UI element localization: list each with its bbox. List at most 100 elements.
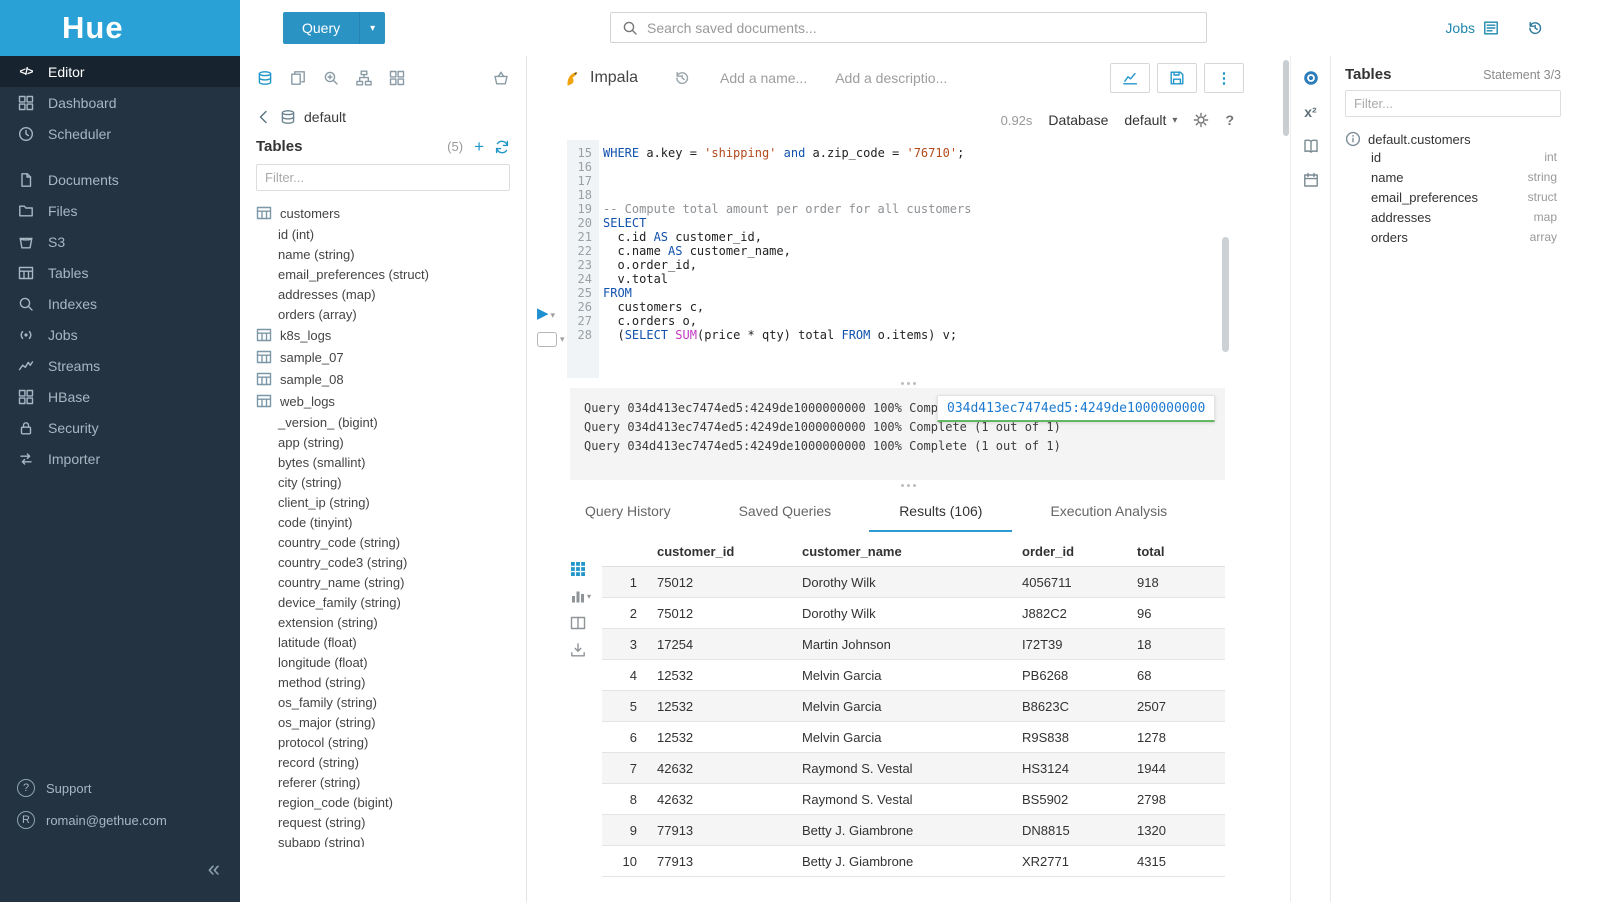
column-item[interactable]: country_name (string) xyxy=(256,572,526,592)
column-item[interactable]: subapp (string) xyxy=(256,832,526,847)
column-item[interactable]: record (string) xyxy=(256,752,526,772)
query-history-icon[interactable] xyxy=(674,70,690,86)
column-item[interactable]: os_major (string) xyxy=(256,712,526,732)
save-button[interactable] xyxy=(1157,63,1197,93)
snippet-settings-button[interactable] xyxy=(537,332,557,347)
execute-dropdown-icon[interactable]: ▾ xyxy=(551,310,556,320)
download-icon[interactable] xyxy=(570,642,586,658)
column-item[interactable]: email_preferences (struct) xyxy=(256,264,526,284)
refresh-icon[interactable] xyxy=(494,139,510,155)
editor-help-icon[interactable]: ? xyxy=(1225,112,1234,128)
functions-icon[interactable]: x² xyxy=(1304,104,1316,120)
more-options-button[interactable]: ⋮ xyxy=(1204,63,1244,93)
resize-handle[interactable] xyxy=(527,480,1290,490)
main-scrollbar[interactable] xyxy=(1283,60,1289,136)
column-item[interactable]: os_family (string) xyxy=(256,692,526,712)
query-name-input[interactable]: Add a name... xyxy=(720,70,807,86)
table-row[interactable]: 1077913Betty J. GiambroneXR27714315 xyxy=(602,846,1225,877)
sidebar-item-files[interactable]: Files xyxy=(0,195,240,226)
jobs-link[interactable]: Jobs xyxy=(1445,20,1499,36)
sidebar-item-tables[interactable]: Tables xyxy=(0,257,240,288)
sidebar-item-security[interactable]: Security xyxy=(0,412,240,443)
table-row[interactable]: 317254Martin JohnsonI72T3918 xyxy=(602,629,1225,660)
column-item-email-preferences[interactable]: email_preferencesstruct xyxy=(1345,187,1587,207)
code-editor[interactable]: 1516171819202122232425262728 ▶▾ ▾ WHERE … xyxy=(527,140,1290,378)
column-item[interactable]: client_ip (string) xyxy=(256,492,526,512)
column-item[interactable]: app (string) xyxy=(256,432,526,452)
assistant-icon[interactable] xyxy=(1303,70,1319,86)
query-description-input[interactable]: Add a descriptio... xyxy=(835,70,947,86)
table-item-sample-08[interactable]: sample_08 xyxy=(256,368,526,390)
history-icon[interactable] xyxy=(1527,20,1543,36)
settings-gear-icon[interactable] xyxy=(1193,112,1209,128)
user-menu[interactable]: R romain@gethue.com xyxy=(0,804,240,836)
column-item[interactable]: request (string) xyxy=(256,812,526,832)
right-filter-input[interactable] xyxy=(1345,90,1561,117)
table-row[interactable]: 275012Dorothy WilkJ882C296 xyxy=(602,598,1225,629)
sidebar-item-streams[interactable]: Streams xyxy=(0,350,240,381)
sidebar-item-importer[interactable]: Importer xyxy=(0,443,240,474)
chart-button[interactable] xyxy=(1110,63,1150,93)
column-item-id[interactable]: idint xyxy=(1345,147,1587,167)
table-row[interactable]: 175012Dorothy Wilk4056711918 xyxy=(602,567,1225,598)
column-item[interactable]: method (string) xyxy=(256,672,526,692)
column-item[interactable]: country_code3 (string) xyxy=(256,552,526,572)
table-row[interactable]: 742632Raymond S. VestalHS31241944 xyxy=(602,753,1225,784)
grid-icon[interactable] xyxy=(389,70,405,86)
table-row[interactable]: 842632Raymond S. VestalBS59022798 xyxy=(602,784,1225,815)
table-row[interactable]: 977913Betty J. GiambroneDN88151320 xyxy=(602,815,1225,846)
table-item-web-logs[interactable]: web_logs xyxy=(256,390,526,412)
sidebar-item-dashboard[interactable]: Dashboard xyxy=(0,87,240,118)
column-item[interactable]: bytes (smallint) xyxy=(256,452,526,472)
tree-icon[interactable] xyxy=(356,70,372,86)
column-item[interactable]: referer (string) xyxy=(256,772,526,792)
sidebar-item-scheduler[interactable]: Scheduler xyxy=(0,118,240,149)
query-button[interactable]: Query xyxy=(283,12,359,44)
resize-handle[interactable] xyxy=(527,378,1290,388)
table-filter-input[interactable] xyxy=(256,164,510,191)
table-item-customers[interactable]: customers xyxy=(256,202,526,224)
chart-view-icon[interactable]: ▾ xyxy=(570,588,591,604)
support-link[interactable]: ? Support xyxy=(0,772,240,804)
column-item[interactable]: protocol (string) xyxy=(256,732,526,752)
database-select[interactable]: default ▾ xyxy=(1124,112,1177,128)
tab-results-106[interactable]: Results (106) xyxy=(869,503,1012,532)
column-item[interactable]: code (tinyint) xyxy=(256,512,526,532)
grid-view-icon[interactable] xyxy=(570,561,586,577)
tab-saved-queries[interactable]: Saved Queries xyxy=(709,503,862,532)
column-item-addresses[interactable]: addressesmap xyxy=(1345,207,1587,227)
back-chevron-icon[interactable] xyxy=(256,109,272,125)
column-item[interactable]: device_family (string) xyxy=(256,592,526,612)
column-item-orders[interactable]: ordersarray xyxy=(1345,227,1587,247)
table-row[interactable]: 412532Melvin GarciaPB626868 xyxy=(602,660,1225,691)
column-item[interactable]: orders (array) xyxy=(256,304,526,324)
table-item-k8s-logs[interactable]: k8s_logs xyxy=(256,324,526,346)
zoom-icon[interactable] xyxy=(323,70,339,86)
copy-icon[interactable] xyxy=(290,70,306,86)
sidebar-item-editor[interactable]: </>Editor xyxy=(0,56,240,87)
query-dropdown-button[interactable]: ▾ xyxy=(359,12,385,44)
schedule-icon[interactable] xyxy=(1303,172,1319,188)
column-item[interactable]: _version_ (bigint) xyxy=(256,412,526,432)
hue-logo[interactable]: Hue xyxy=(0,0,240,56)
sidebar-collapse-button[interactable]: « xyxy=(208,858,220,880)
tab-query-history[interactable]: Query History xyxy=(555,503,701,532)
column-item[interactable]: name (string) xyxy=(256,244,526,264)
tab-execution-analysis[interactable]: Execution Analysis xyxy=(1020,503,1197,532)
breadcrumb[interactable]: default xyxy=(240,100,526,127)
column-item[interactable]: country_code (string) xyxy=(256,532,526,552)
columns-icon[interactable] xyxy=(570,615,586,631)
search-input[interactable] xyxy=(647,20,1195,36)
basket-icon[interactable] xyxy=(493,70,509,86)
active-table[interactable]: default.customers xyxy=(1345,131,1587,147)
add-icon[interactable]: + xyxy=(474,138,484,155)
table-item-sample-07[interactable]: sample_07 xyxy=(256,346,526,368)
column-item[interactable]: region_code (bigint) xyxy=(256,792,526,812)
db-icon[interactable] xyxy=(257,70,273,86)
sidebar-item-jobs[interactable]: Jobs xyxy=(0,319,240,350)
sidebar-item-hbase[interactable]: HBase xyxy=(0,381,240,412)
column-item[interactable]: latitude (float) xyxy=(256,632,526,652)
column-item[interactable]: addresses (map) xyxy=(256,284,526,304)
editor-scrollbar[interactable] xyxy=(1222,237,1229,352)
column-item[interactable]: city (string) xyxy=(256,472,526,492)
